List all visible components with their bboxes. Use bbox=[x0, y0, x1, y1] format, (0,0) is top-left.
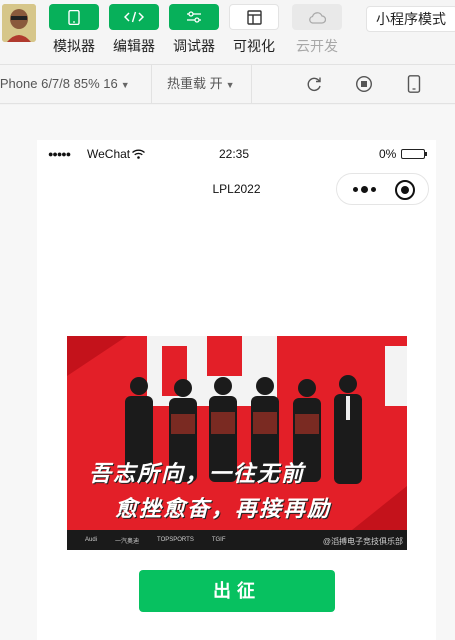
phone-screen: ●●●●● WeChat 22:35 0% LPL2022 吾志所向，一往无前 … bbox=[37, 140, 436, 640]
sponsor-topsports: TOPSPORTS bbox=[157, 537, 194, 543]
stop-icon[interactable] bbox=[354, 74, 374, 94]
phone-icon bbox=[68, 9, 80, 25]
carrier-label: WeChat bbox=[87, 147, 131, 161]
simulator-area: ●●●●● WeChat 22:35 0% LPL2022 吾志所向，一往无前 … bbox=[0, 105, 455, 640]
chevron-down-icon: ▼ bbox=[225, 80, 235, 90]
visual-label: 可视化 bbox=[233, 38, 275, 54]
hot-reload-label: 热重载 开 bbox=[167, 76, 223, 91]
sponsor-audi: Audi bbox=[85, 537, 98, 543]
start-button[interactable]: 出征 bbox=[139, 570, 335, 612]
device-select[interactable]: iPhone 6/7/8 85% 16 ▼ bbox=[0, 65, 152, 103]
device-icon[interactable] bbox=[404, 74, 424, 94]
simulator-tool[interactable]: 模拟器 bbox=[49, 4, 99, 56]
signal-icon: ●●●●● bbox=[48, 149, 71, 159]
wifi-icon bbox=[132, 148, 145, 162]
status-time: 22:35 bbox=[219, 147, 250, 161]
navigation-bar: LPL2022 bbox=[37, 168, 436, 212]
sponsor-faw: 一汽奥迪 bbox=[115, 538, 140, 545]
sliders-icon bbox=[187, 11, 201, 23]
layout-icon bbox=[246, 9, 262, 25]
visual-tool[interactable]: 可视化 bbox=[229, 4, 279, 56]
menu-capsule bbox=[336, 173, 429, 205]
status-bar: ●●●●● WeChat 22:35 0% bbox=[37, 140, 436, 168]
debugger-label: 调试器 bbox=[173, 38, 215, 54]
simulator-button[interactable] bbox=[49, 4, 99, 30]
cloud-button[interactable] bbox=[292, 4, 342, 30]
main-toolbar: 模拟器 编辑器 调试器 可视化 云开发 小程序模式 bbox=[0, 0, 455, 64]
device-select-label: iPhone 6/7/8 85% 16 bbox=[0, 76, 118, 91]
cloud-icon bbox=[309, 11, 326, 24]
battery-percent: 0% bbox=[379, 147, 397, 161]
editor-label: 编辑器 bbox=[113, 38, 155, 54]
mode-select[interactable]: 小程序模式 bbox=[366, 6, 455, 32]
editor-tool[interactable]: 编辑器 bbox=[109, 4, 159, 56]
close-icon[interactable] bbox=[395, 180, 415, 200]
user-avatar[interactable] bbox=[2, 4, 36, 42]
debugger-button[interactable] bbox=[169, 4, 219, 30]
banner-slogan-2: 愈挫愈奋，再接再励 bbox=[115, 496, 332, 522]
hot-reload-select[interactable]: 热重载 开 ▼ bbox=[152, 65, 252, 103]
visual-button[interactable] bbox=[229, 4, 279, 30]
refresh-icon[interactable] bbox=[304, 74, 324, 94]
debugger-tool[interactable]: 调试器 bbox=[169, 4, 219, 56]
image-credit: @滔搏电子竞技俱乐部 bbox=[322, 537, 403, 546]
banner-slogan-1: 吾志所向，一往无前 bbox=[89, 461, 306, 487]
more-icon[interactable] bbox=[345, 178, 383, 200]
chevron-down-icon: ▼ bbox=[120, 80, 130, 90]
simulator-toolbar: iPhone 6/7/8 85% 16 ▼ 热重载 开 ▼ bbox=[0, 64, 455, 104]
sponsor-tgif: TGIF bbox=[211, 537, 226, 543]
editor-button[interactable] bbox=[109, 4, 159, 30]
battery-icon bbox=[401, 149, 427, 159]
simulator-label: 模拟器 bbox=[53, 38, 95, 54]
code-icon bbox=[124, 11, 144, 23]
cloud-tool[interactable]: 云开发 bbox=[292, 4, 342, 56]
team-banner-image: 吾志所向，一往无前 愈挫愈奋，再接再励 Audi 一汽奥迪 TOPSPORTS … bbox=[67, 336, 407, 550]
cloud-label: 云开发 bbox=[296, 38, 338, 54]
